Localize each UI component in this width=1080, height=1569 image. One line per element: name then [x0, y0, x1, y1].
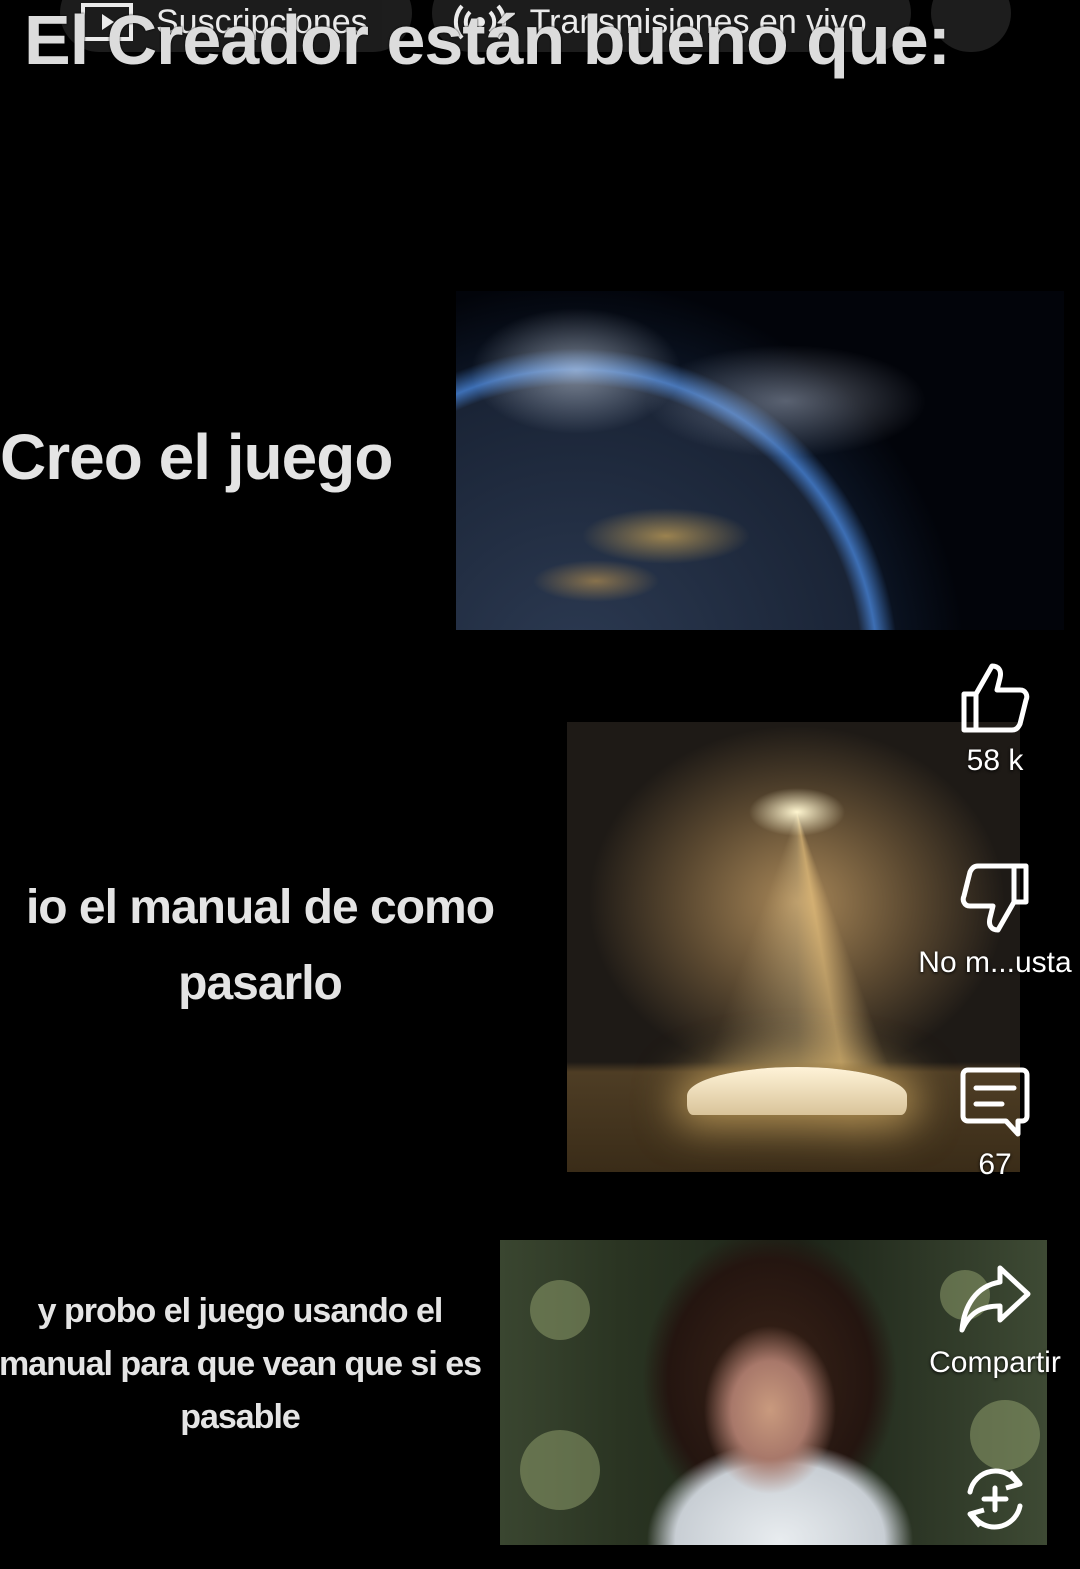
dislike-label: No m...usta — [918, 946, 1072, 979]
thumbs-up-icon — [961, 663, 1030, 733]
caption-line-2: io el manual de como pasarlo — [25, 881, 495, 1010]
comments-button[interactable]: 67 — [940, 1064, 1050, 1182]
share-label: Compartir — [929, 1346, 1061, 1379]
comment-count: 67 — [978, 1148, 1012, 1181]
like-count: 58 k — [966, 744, 1024, 777]
thumbs-down-icon — [960, 863, 1029, 933]
share-icon — [959, 1265, 1031, 1333]
share-button[interactable]: Compartir — [915, 1262, 1075, 1380]
caption-line-3: y probo el juego usando el manual para q… — [0, 1292, 482, 1436]
earth-image — [456, 291, 1064, 630]
comment-icon — [960, 1067, 1030, 1137]
dislike-button[interactable]: No m...usta — [905, 862, 1080, 980]
remix-icon — [967, 1468, 1023, 1530]
caption-line-1: Creo el juego — [0, 421, 393, 493]
open-book-shape — [687, 1067, 907, 1115]
remix-button[interactable] — [940, 1462, 1050, 1536]
video-headline-overlay: El Creador están bueno que: — [24, 1, 951, 79]
like-button[interactable]: 58 k — [940, 660, 1050, 778]
